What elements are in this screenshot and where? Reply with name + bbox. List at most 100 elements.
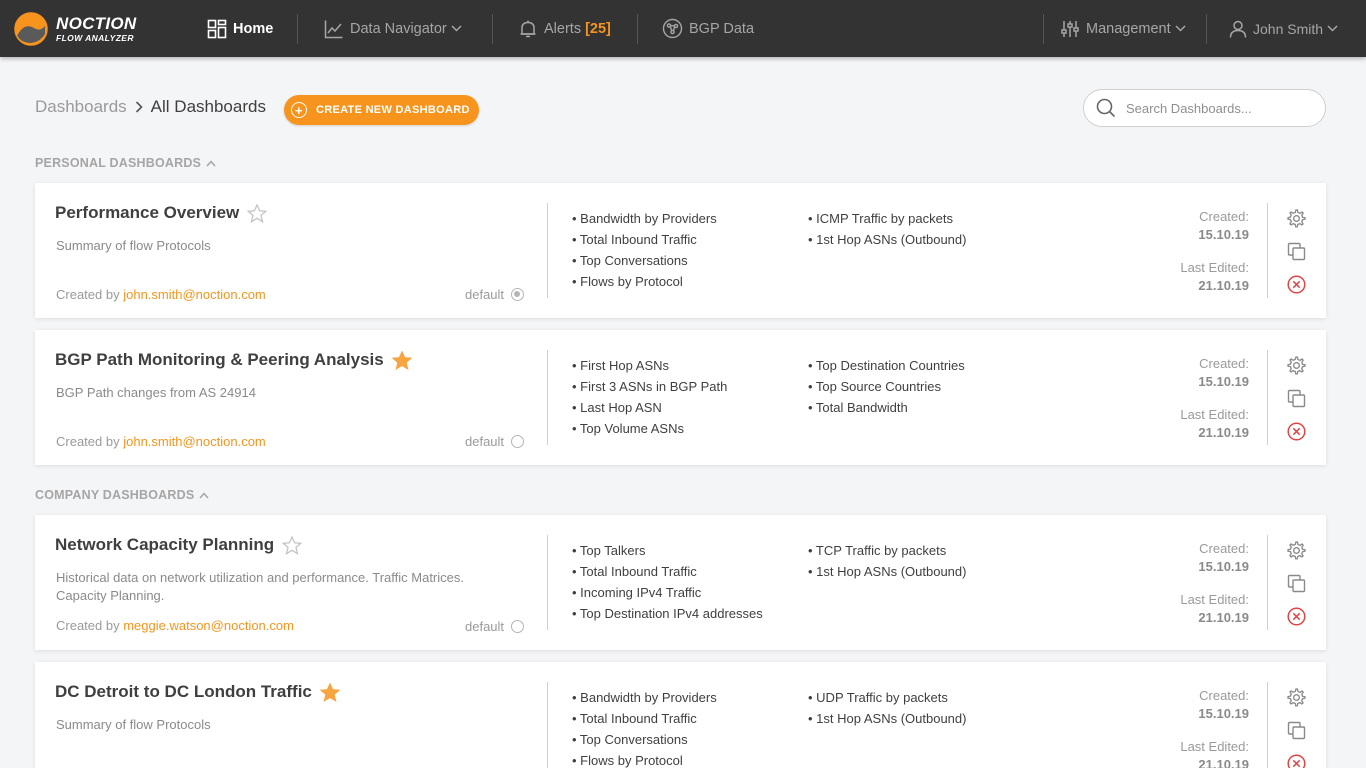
noction-logo-icon xyxy=(14,12,48,46)
plus-circle-icon: + xyxy=(291,102,307,118)
star-outline-icon[interactable] xyxy=(247,203,268,223)
dashboard-card[interactable]: Performance Overview Summary of flow Pro… xyxy=(35,183,1326,318)
dashboard-dates: Created: 15.10.19 Last Edited: 21.10.19 xyxy=(1125,540,1249,627)
created-date: 15.10.19 xyxy=(1198,227,1249,242)
section-title: COMPANY DASHBOARDS xyxy=(35,488,195,502)
widget-list: • Top Talkers • Total Inbound Traffic • … xyxy=(572,540,763,624)
search-box[interactable] xyxy=(1083,89,1326,127)
dashboard-description: Summary of flow Protocols xyxy=(56,238,211,253)
personal-dashboards-toggle[interactable]: PERSONAL DASHBOARDS xyxy=(35,156,216,170)
last-edited-label: Last Edited: xyxy=(1180,739,1249,754)
widget-list: • TCP Traffic by packets • 1st Hop ASNs … xyxy=(808,540,966,582)
close-circle-icon xyxy=(1286,274,1306,294)
nav-alerts[interactable]: Alerts [25] xyxy=(518,0,611,57)
dashboard-title[interactable]: BGP Path Monitoring & Peering Analysis xyxy=(55,350,412,370)
created-date: 15.10.19 xyxy=(1198,559,1249,574)
gear-icon xyxy=(1286,540,1306,560)
widget-item: • TCP Traffic by packets xyxy=(808,543,947,558)
copy-icon xyxy=(1287,721,1305,739)
search-input[interactable] xyxy=(1126,100,1306,116)
widget-list: • Bandwidth by Providers • Total Inbound… xyxy=(572,687,717,768)
created-date: 15.10.19 xyxy=(1198,706,1249,721)
nav-bgp-data[interactable]: BGP Data xyxy=(662,0,754,57)
widget-item: • Top Talkers xyxy=(572,543,646,558)
close-circle-icon xyxy=(1286,421,1306,441)
nav-management[interactable]: Management xyxy=(1060,0,1192,57)
nav-data-navigator[interactable]: Data Navigator xyxy=(324,0,468,57)
alerts-count-badge: [25] xyxy=(585,20,611,37)
duplicate-button[interactable] xyxy=(1285,387,1307,409)
created-label: Created: xyxy=(1199,688,1249,703)
widget-item: • 1st Hop ASNs (Outbound) xyxy=(808,232,967,247)
widget-item: • Flows by Protocol xyxy=(572,753,683,768)
created-label: Created: xyxy=(1199,209,1249,224)
duplicate-button[interactable] xyxy=(1285,240,1307,262)
widget-item: • Incoming IPv4 Traffic xyxy=(572,585,702,600)
gear-icon xyxy=(1286,355,1306,375)
divider xyxy=(1267,682,1268,768)
nav-home[interactable]: Home xyxy=(207,0,273,57)
widget-item: • Top Source Countries xyxy=(808,379,941,394)
widget-item: • Total Bandwidth xyxy=(808,400,908,415)
default-radio[interactable] xyxy=(511,288,525,301)
dashboard-dates: Created: 15.10.19 Last Edited: 21.10.19 xyxy=(1125,355,1249,442)
network-globe-icon xyxy=(662,18,683,39)
dashboard-title-text: Network Capacity Planning xyxy=(55,535,275,554)
creator-email-link[interactable]: john.smith@noction.com xyxy=(123,434,266,449)
nav-divider xyxy=(492,14,493,44)
widget-item: • Top Conversations xyxy=(572,253,688,268)
copy-icon xyxy=(1287,242,1305,260)
last-edited-label: Last Edited: xyxy=(1180,592,1249,607)
settings-button[interactable] xyxy=(1285,354,1307,376)
divider xyxy=(1267,535,1268,630)
widget-list: • Top Destination Countries • Top Source… xyxy=(808,355,965,418)
duplicate-button[interactable] xyxy=(1285,719,1307,741)
created-label: Created: xyxy=(1199,541,1249,556)
star-outline-icon[interactable] xyxy=(282,535,303,555)
creator-email-link[interactable]: meggie.watson@noction.com xyxy=(123,618,294,633)
star-filled-icon[interactable] xyxy=(319,682,340,702)
default-toggle[interactable]: default xyxy=(465,287,525,302)
default-radio[interactable] xyxy=(511,620,525,633)
settings-button[interactable] xyxy=(1285,539,1307,561)
default-toggle[interactable]: default xyxy=(465,434,525,449)
dashboard-description: Summary of flow Protocols xyxy=(56,717,211,732)
default-label: default xyxy=(465,619,505,634)
default-radio[interactable] xyxy=(511,435,525,448)
breadcrumb-dashboards-link[interactable]: Dashboards xyxy=(35,97,127,117)
widget-item: • Last Hop ASN xyxy=(572,400,662,415)
breadcrumb: Dashboards All Dashboards xyxy=(35,97,266,117)
line-chart-icon xyxy=(324,20,343,38)
dashboard-title[interactable]: Network Capacity Planning xyxy=(55,535,303,555)
creator-email-link[interactable]: john.smith@noction.com xyxy=(123,287,266,302)
duplicate-button[interactable] xyxy=(1285,572,1307,594)
gear-icon xyxy=(1286,208,1306,228)
dashboard-title-text: BGP Path Monitoring & Peering Analysis xyxy=(55,350,384,369)
settings-button[interactable] xyxy=(1285,686,1307,708)
company-dashboards-toggle[interactable]: COMPANY DASHBOARDS xyxy=(35,488,209,502)
dashboard-card[interactable]: DC Detroit to DC London Traffic Summary … xyxy=(35,662,1326,768)
card-actions xyxy=(1285,354,1309,453)
default-toggle[interactable]: default xyxy=(465,619,525,634)
chevron-up-icon xyxy=(206,159,216,166)
brand-logo[interactable]: NOCTION FLOW ANALYZER xyxy=(14,10,149,48)
dashboard-card[interactable]: Network Capacity Planning Historical dat… xyxy=(35,515,1326,650)
star-filled-icon[interactable] xyxy=(391,350,412,370)
delete-button[interactable] xyxy=(1285,273,1307,295)
dashboard-title[interactable]: DC Detroit to DC London Traffic xyxy=(55,682,340,702)
divider xyxy=(547,535,548,630)
delete-button[interactable] xyxy=(1285,752,1307,768)
nav-management-label: Management xyxy=(1086,20,1171,37)
settings-button[interactable] xyxy=(1285,207,1307,229)
dashboard-card[interactable]: BGP Path Monitoring & Peering Analysis B… xyxy=(35,330,1326,465)
copy-icon xyxy=(1287,389,1305,407)
create-dashboard-button[interactable]: + CREATE NEW DASHBOARD xyxy=(284,95,479,125)
search-icon xyxy=(1096,98,1116,118)
nav-user-menu[interactable]: John Smith xyxy=(1229,0,1344,57)
delete-button[interactable] xyxy=(1285,605,1307,627)
dashboard-title[interactable]: Performance Overview xyxy=(55,203,268,223)
chevron-up-icon xyxy=(199,491,209,498)
delete-button[interactable] xyxy=(1285,420,1307,442)
created-date: 15.10.19 xyxy=(1198,374,1249,389)
widget-item: • 1st Hop ASNs (Outbound) xyxy=(808,711,967,726)
